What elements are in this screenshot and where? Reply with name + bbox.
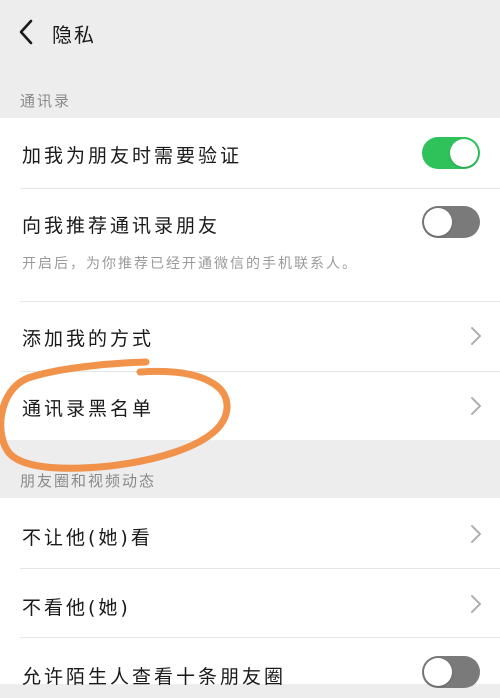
section-header-moments: 朋友圈和视频动态 [20, 472, 157, 490]
verify-friend-row[interactable]: 加我为朋友时需要验证 [0, 118, 500, 188]
recommend-contacts-description: 开启后，为你推荐已经开通微信的手机联系人。 [22, 256, 358, 272]
section-header-contacts: 通讯录 [20, 92, 72, 110]
recommend-contacts-row[interactable]: 向我推荐通讯录朋友 开启后，为你推荐已经开通微信的手机联系人。 [0, 189, 500, 301]
stranger-view-label: 允许陌生人查看十条朋友圈 [22, 666, 287, 688]
contacts-card: 加我为朋友时需要验证 向我推荐通讯录朋友 开启后，为你推荐已经开通微信的手机联系… [0, 118, 500, 440]
toggle-knob [424, 658, 452, 686]
verify-friend-label: 加我为朋友时需要验证 [22, 145, 243, 167]
chevron-right-icon [471, 525, 481, 543]
hide-moments-label: 不看他(她) [22, 597, 131, 619]
add-methods-row[interactable]: 添加我的方式 [0, 302, 500, 371]
contacts-blacklist-label: 通讯录黑名单 [22, 398, 155, 420]
page-title: 隐私 [52, 23, 96, 47]
recommend-contacts-label: 向我推荐通讯录朋友 [22, 215, 221, 237]
verify-friend-toggle[interactable] [422, 137, 480, 169]
stranger-view-row[interactable]: 允许陌生人查看十条朋友圈 [0, 638, 500, 698]
recommend-contacts-toggle[interactable] [422, 206, 480, 238]
chevron-right-icon [471, 327, 481, 345]
chevron-right-icon [471, 595, 481, 613]
chevron-right-icon [471, 397, 481, 415]
block-view-label: 不让他(她)看 [22, 527, 153, 549]
chevron-left-icon[interactable] [14, 18, 40, 46]
add-methods-label: 添加我的方式 [22, 328, 155, 350]
hide-moments-row[interactable]: 不看他(她) [0, 569, 500, 637]
block-view-row[interactable]: 不让他(她)看 [0, 498, 500, 568]
top-bar: 隐私 [0, 0, 500, 64]
toggle-knob [450, 139, 478, 167]
stranger-view-toggle[interactable] [422, 656, 480, 688]
toggle-knob [424, 208, 452, 236]
contacts-blacklist-row[interactable]: 通讯录黑名单 [0, 372, 500, 440]
moments-card: 不让他(她)看 不看他(她) 允许陌生人查看十条朋友圈 [0, 498, 500, 688]
